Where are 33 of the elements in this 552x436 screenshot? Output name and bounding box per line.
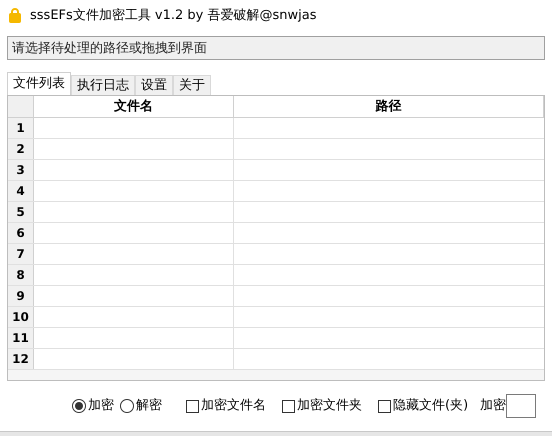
row-header: 3: [8, 160, 34, 180]
lock-icon: [8, 8, 22, 24]
password-label: 加密: [480, 397, 506, 416]
window-title: sssEFs文件加密工具 v1.2 by 吾爱破解@snwjas: [30, 7, 316, 26]
option-label: 加密: [88, 397, 114, 416]
checkbox[interactable]: [378, 400, 391, 412]
row-header: 11: [8, 328, 34, 348]
row-header: 2: [8, 139, 34, 159]
row-header: 8: [8, 265, 34, 285]
checkbox[interactable]: [186, 400, 199, 412]
tab[interactable]: 文件列表: [7, 72, 71, 95]
row-header: 9: [8, 286, 34, 306]
row-header: 10: [8, 307, 34, 327]
path-field[interactable]: 请选择待处理的路径或拖拽到界面: [7, 36, 545, 60]
row-header: 4: [8, 181, 34, 201]
option-label: 解密: [136, 397, 162, 416]
option-label: 加密文件夹: [297, 397, 362, 416]
row-header: 12: [8, 349, 34, 369]
column-header[interactable]: 文件名: [34, 96, 234, 117]
option-label: 隐藏文件(夹): [393, 397, 468, 416]
tab[interactable]: 执行日志: [71, 75, 135, 95]
row-header: 7: [8, 244, 34, 264]
row-header: 5: [8, 202, 34, 222]
radio-button[interactable]: [72, 399, 86, 413]
password-field[interactable]: [506, 394, 536, 418]
row-header: 1: [8, 118, 34, 138]
tab[interactable]: 设置: [135, 75, 173, 95]
tab[interactable]: 关于: [173, 75, 211, 95]
column-header[interactable]: 路径: [234, 96, 544, 117]
row-header: 6: [8, 223, 34, 243]
checkbox[interactable]: [282, 400, 295, 412]
radio-button[interactable]: [120, 399, 134, 413]
option-label: 加密文件名: [201, 397, 266, 416]
